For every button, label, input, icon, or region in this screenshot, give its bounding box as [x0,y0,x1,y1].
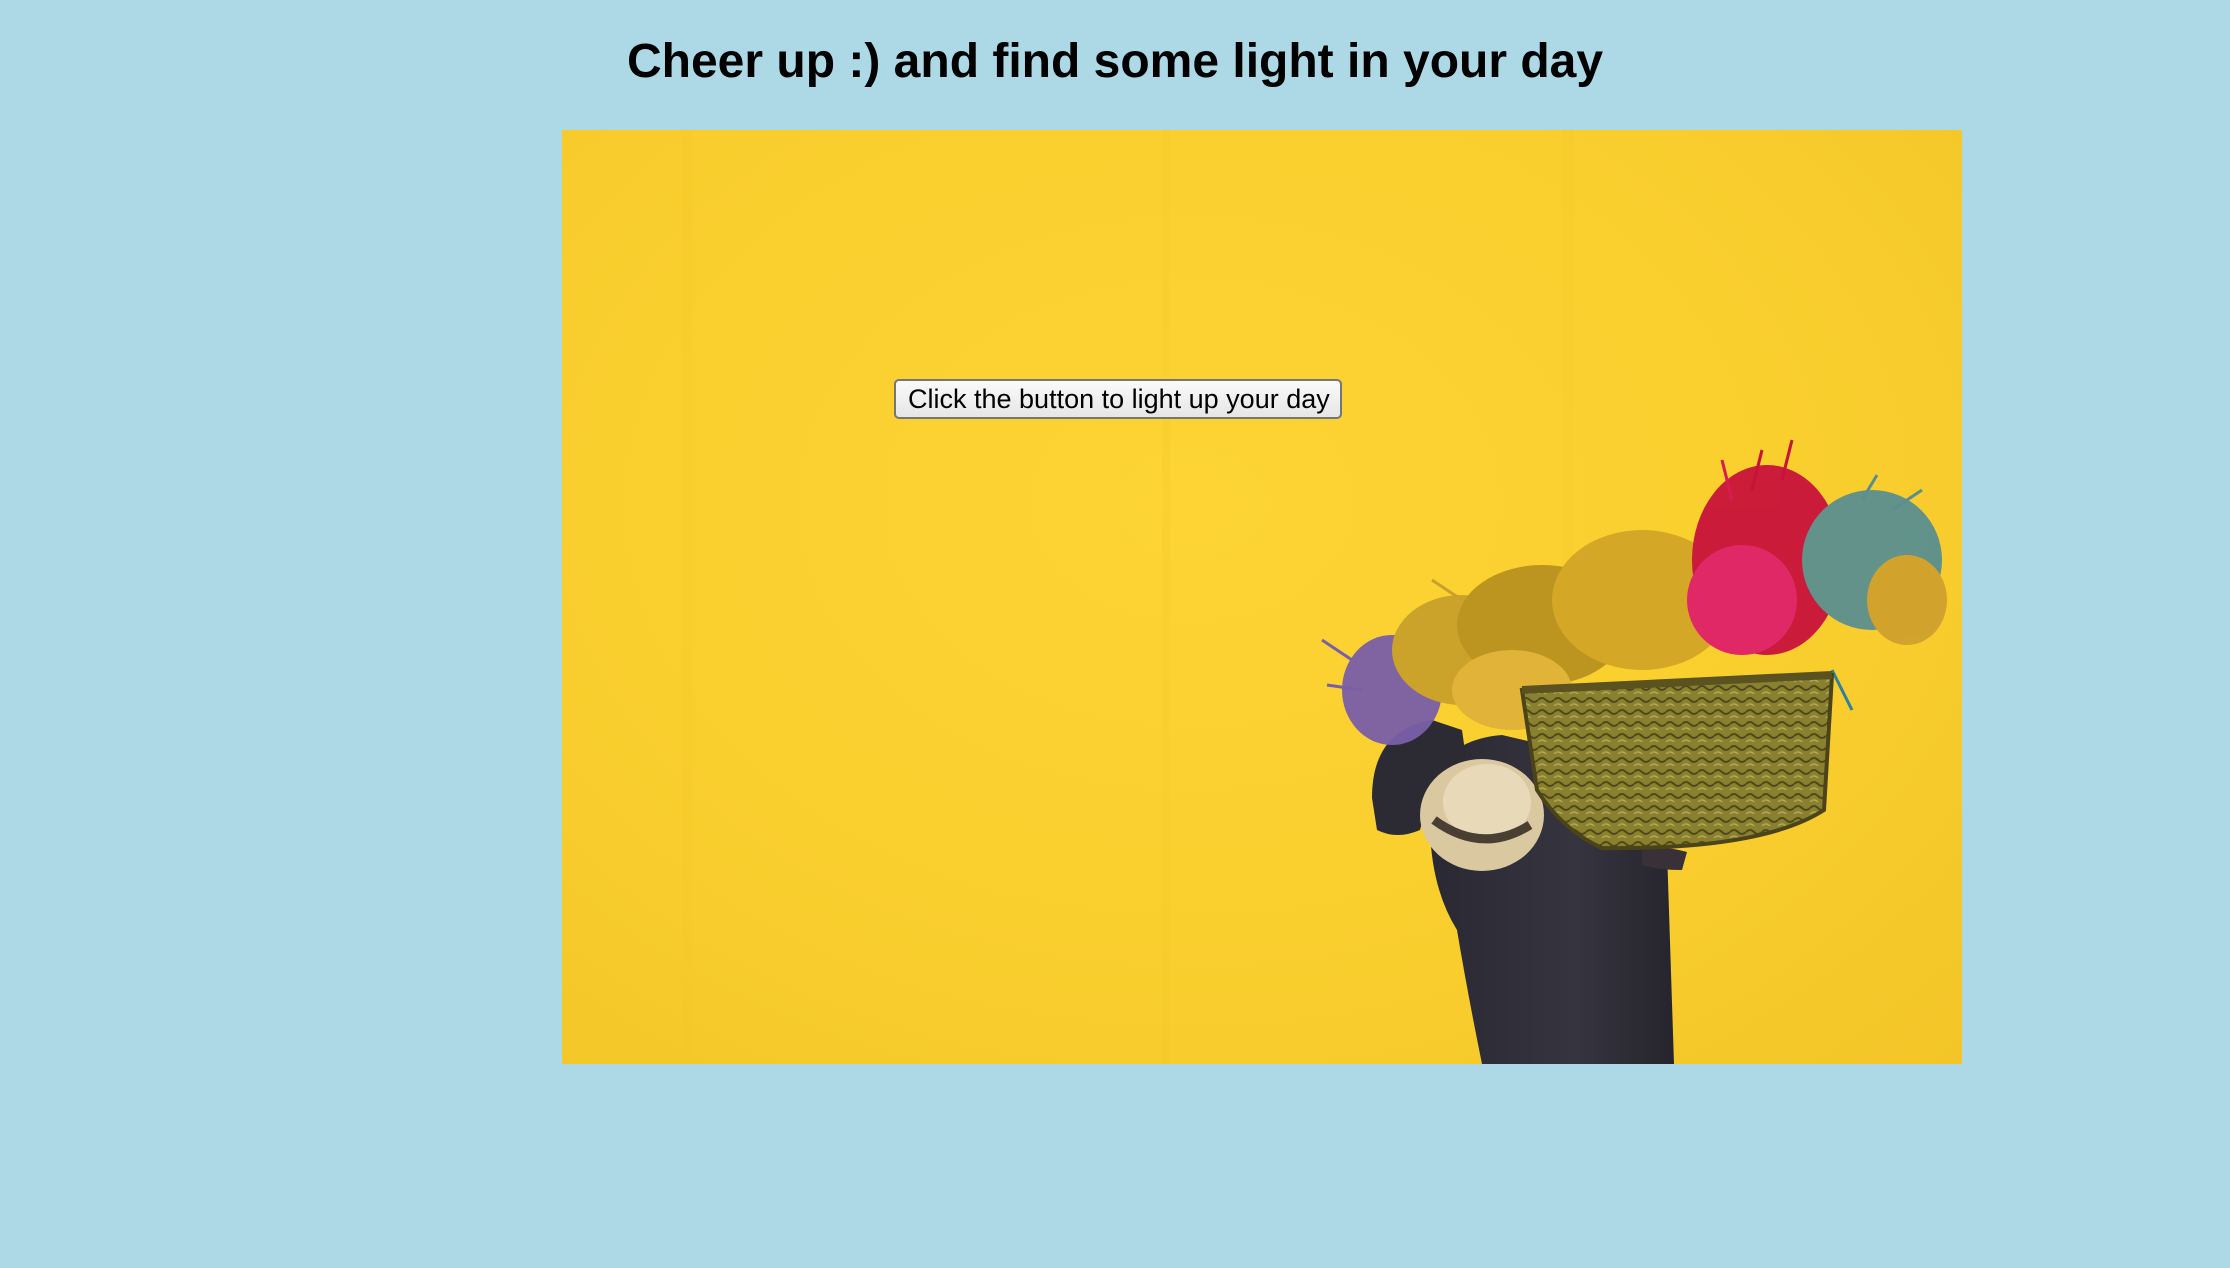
page-title: Cheer up :) and find some light in your … [627,35,1604,88]
hero-image [562,130,1962,1064]
flower-basket-illustration [682,130,1947,1064]
light-up-button[interactable]: Click the button to light up your day [894,379,1342,419]
page: Cheer up :) and find some light in your … [0,0,2230,1268]
